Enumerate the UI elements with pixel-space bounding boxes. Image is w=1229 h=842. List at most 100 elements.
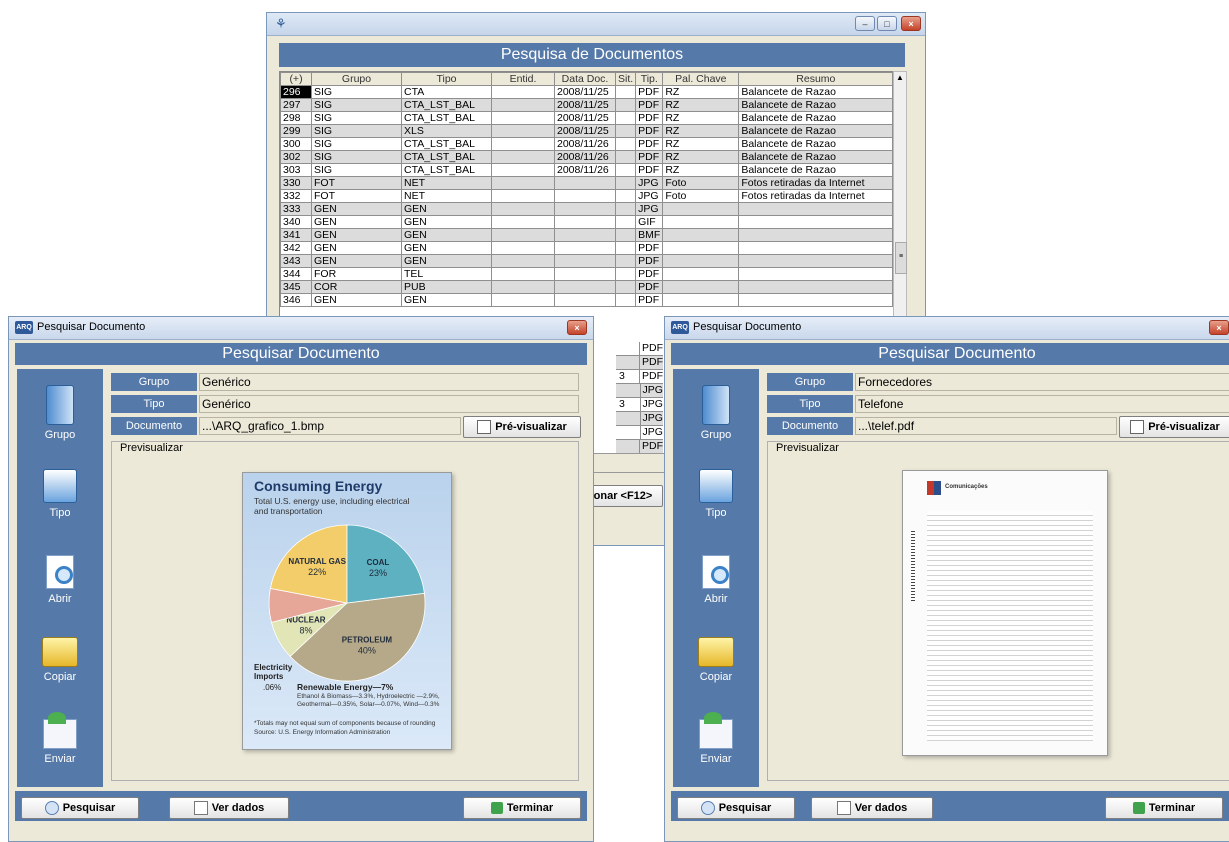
pie-value: 22% — [308, 567, 326, 577]
table-cell — [554, 254, 616, 268]
table-row[interactable]: 300 SIG CTA_LST_BAL 2008/11/26 PDF RZ Balancet… — [280, 137, 894, 151]
table-row[interactable]: 343 GEN GEN PDF — [280, 254, 894, 268]
table-cell — [491, 124, 555, 138]
tail-sit-cell — [616, 412, 641, 425]
grid-window-titlebar[interactable]: ⚘ – □ × — [267, 13, 925, 36]
column-header[interactable]: Sit. — [614, 72, 637, 86]
table-cell — [491, 176, 555, 190]
preview-button[interactable]: Pré-visualizar — [463, 416, 581, 438]
grupo-input[interactable]: Genérico — [199, 373, 579, 391]
table-cell: PDF — [635, 267, 664, 281]
table-cell: GEN — [401, 215, 492, 229]
column-header[interactable]: Resumo — [738, 72, 894, 86]
app-wand-icon: ⚘ — [275, 16, 287, 31]
close-button[interactable]: × — [567, 320, 587, 335]
table-row[interactable]: 332 FOT NET JPG Foto Fotos retiradas da Inter… — [280, 189, 894, 203]
sidebar-item-grupo[interactable]: Grupo — [17, 385, 103, 441]
sidebar-item-label: Tipo — [705, 507, 727, 519]
selecionar-button[interactable]: onar <F12> — [583, 485, 663, 507]
table-row[interactable]: 298 SIG CTA_LST_BAL 2008/11/25 PDF RZ Balancet… — [280, 111, 894, 125]
table-cell — [662, 241, 740, 255]
sidebar-item-grupo[interactable]: Grupo — [673, 385, 759, 441]
table-row[interactable]: 342 GEN GEN PDF — [280, 241, 894, 255]
table-cell: 332 — [280, 189, 312, 203]
table-cell: 303 — [280, 163, 312, 177]
column-header[interactable]: Tipo — [401, 72, 492, 86]
dialog-header: Pesquisar Documento — [15, 343, 587, 365]
tail-row: PDF — [616, 342, 663, 356]
ver-dados-button[interactable]: Ver dados — [811, 797, 933, 819]
column-header[interactable]: Grupo — [311, 72, 402, 86]
table-row[interactable]: 333 GEN GEN JPG — [280, 202, 894, 216]
ver-dados-button[interactable]: Ver dados — [169, 797, 289, 819]
dialog-left-titlebar[interactable]: ARQ Pesquisar Documento × — [9, 317, 593, 340]
grid-window-header: Pesquisa de Documentos — [279, 43, 905, 67]
table-cell — [614, 176, 637, 190]
sidebar-item-tipo[interactable]: Tipo — [673, 469, 759, 519]
documento-input[interactable]: ...\telef.pdf — [855, 417, 1117, 435]
table-cell: Balancete de Razao — [738, 137, 894, 151]
sidebar-item-abrir[interactable]: Abrir — [17, 555, 103, 605]
table-cell — [738, 202, 894, 216]
table-row[interactable]: 296 SIG CTA 2008/11/25 PDF RZ Balancete de Raz… — [280, 85, 894, 99]
table-cell: 345 — [280, 280, 312, 294]
close-button[interactable]: × — [1209, 320, 1229, 335]
table-row[interactable]: 303 SIG CTA_LST_BAL 2008/11/26 PDF RZ Balancet… — [280, 163, 894, 177]
sidebar-item-enviar[interactable]: Enviar — [673, 712, 759, 765]
terminar-button[interactable]: Terminar — [463, 797, 581, 819]
tail-sit-cell — [616, 426, 641, 439]
table-cell: JPG — [635, 189, 664, 203]
envelope-send-icon — [43, 712, 77, 749]
minimize-button[interactable]: – — [855, 16, 875, 31]
tipo-input[interactable]: Genérico — [199, 395, 579, 413]
electricity-value: .06% — [263, 683, 282, 692]
tipo-input[interactable]: Telefone — [855, 395, 1229, 413]
table-cell: 300 — [280, 137, 312, 151]
pesquisar-button[interactable]: Pesquisar — [21, 797, 139, 819]
table-row[interactable]: 330 FOT NET JPG Foto Fotos retiradas da Inter… — [280, 176, 894, 190]
table-cell: Balancete de Razao — [738, 124, 894, 138]
table-row[interactable]: 341 GEN GEN BMF — [280, 228, 894, 242]
table-cell — [554, 215, 616, 229]
table-row[interactable]: 299 SIG XLS 2008/11/25 PDF RZ Balancete de Raz… — [280, 124, 894, 138]
terminar-button[interactable]: Terminar — [1105, 797, 1223, 819]
close-button[interactable]: × — [901, 16, 921, 31]
sidebar-item-tipo[interactable]: Tipo — [17, 469, 103, 519]
table-row[interactable]: 346 GEN GEN PDF — [280, 293, 894, 307]
maximize-button[interactable]: □ — [877, 16, 897, 31]
scroll-thumb[interactable]: ≡ — [895, 242, 907, 274]
sidebar-item-abrir[interactable]: Abrir — [673, 555, 759, 605]
table-cell: GEN — [401, 254, 492, 268]
table-cell — [614, 215, 637, 229]
column-header[interactable]: Tip. — [635, 72, 664, 86]
table-row[interactable]: 297 SIG CTA_LST_BAL 2008/11/25 PDF RZ Balancet… — [280, 98, 894, 112]
chart-title: Consuming Energy — [254, 478, 383, 494]
column-header[interactable]: Data Doc. — [554, 72, 616, 86]
sidebar-item-copiar[interactable]: Copiar — [673, 637, 759, 683]
column-header[interactable]: (+) — [280, 72, 312, 86]
scroll-up-icon[interactable]: ▲ — [894, 72, 906, 84]
table-cell: GEN — [401, 241, 492, 255]
pesquisar-button[interactable]: Pesquisar — [677, 797, 795, 819]
table-row[interactable]: 345 COR PUB PDF — [280, 280, 894, 294]
table-row[interactable]: 340 GEN GEN GIF — [280, 215, 894, 229]
pie-value: 40% — [358, 645, 376, 655]
documento-input[interactable]: ...\ARQ_grafico_1.bmp — [199, 417, 461, 435]
grupo-input[interactable]: Fornecedores — [855, 373, 1229, 391]
sidebar-item-enviar[interactable]: Enviar — [17, 712, 103, 765]
preview-label: Previsualizar — [118, 442, 185, 454]
tail-tip-cell: PDF — [642, 356, 663, 368]
tail-row: JPG — [616, 384, 663, 398]
table-row[interactable]: 302 SIG CTA_LST_BAL 2008/11/26 PDF RZ Balancet… — [280, 150, 894, 164]
column-header[interactable]: Entid. — [491, 72, 555, 86]
table-cell: Balancete de Razao — [738, 111, 894, 125]
table-cell — [491, 111, 555, 125]
preview-button[interactable]: Pré-visualizar — [1119, 416, 1229, 438]
documento-label: Documento — [767, 417, 853, 435]
tail-tip-cell: JPG — [642, 412, 663, 424]
sidebar-item-copiar[interactable]: Copiar — [17, 637, 103, 683]
dialog-right-titlebar[interactable]: ARQ Pesquisar Documento × — [665, 317, 1229, 340]
column-header[interactable]: Pal. Chave — [662, 72, 740, 86]
electricity-label-line1: Electricity — [254, 663, 293, 672]
table-row[interactable]: 344 FOR TEL PDF — [280, 267, 894, 281]
